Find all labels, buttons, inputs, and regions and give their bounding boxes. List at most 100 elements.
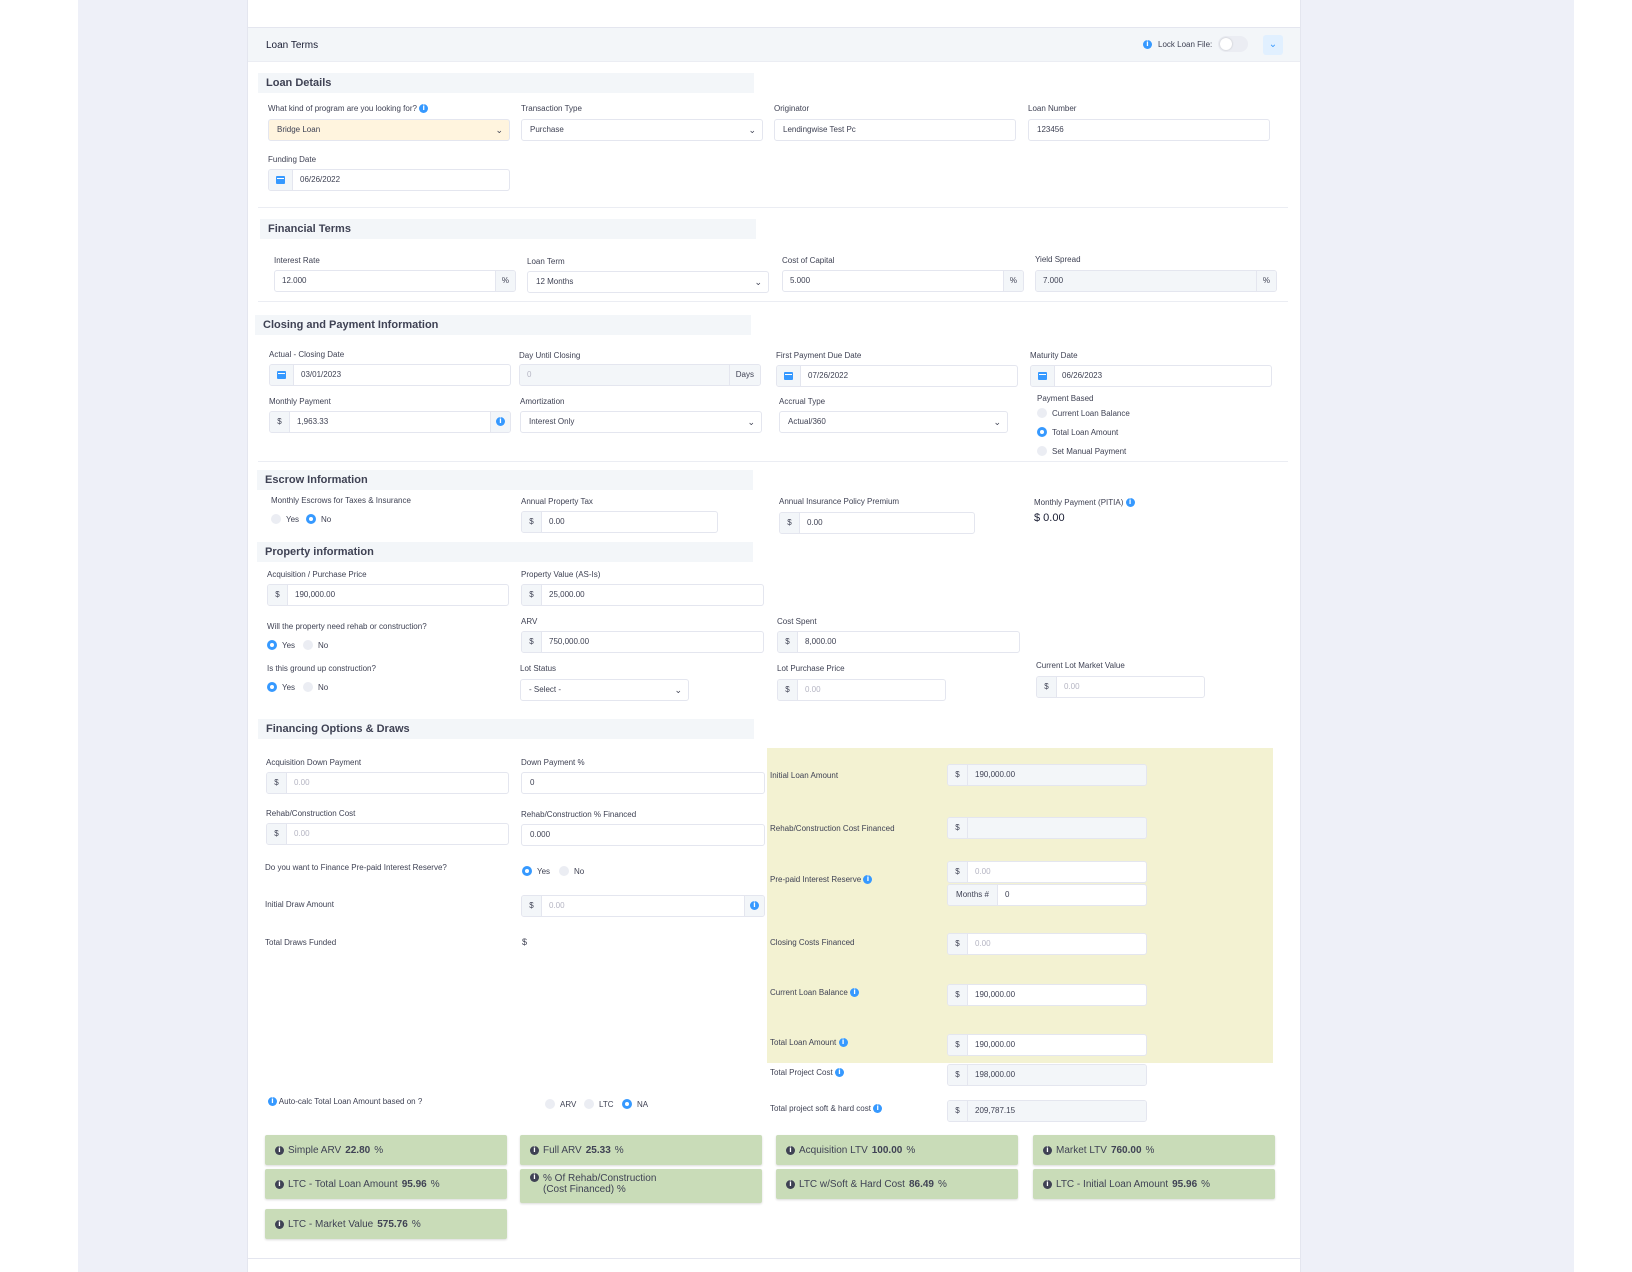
autocalc-na-radio[interactable]: NA [622, 1099, 648, 1109]
months-input[interactable]: Months #0 [947, 884, 1147, 906]
funding-date-input[interactable]: 06/26/2022 [268, 169, 510, 191]
program-select[interactable]: Bridge Loan ⌄ [268, 119, 510, 141]
rehab-pct-input[interactable]: 0.000 [521, 824, 765, 846]
loan-term-label: Loan Term [527, 257, 565, 266]
prepaid-yes-radio[interactable]: Yes [522, 866, 550, 876]
amortization-select[interactable]: Interest Only ⌄ [520, 411, 762, 433]
info-icon[interactable]: i [1143, 39, 1152, 49]
radio-current-loan-balance[interactable]: Current Loan Balance [1037, 408, 1130, 418]
actual-closing-label: Actual - Closing Date [269, 350, 345, 359]
lot-purchase-input[interactable]: $0.00 [777, 679, 946, 701]
info-icon[interactable]: i [744, 896, 764, 916]
closing-costs-input[interactable]: $0.00 [947, 933, 1147, 955]
ground-up-yes-radio[interactable]: Yes [267, 682, 295, 692]
transaction-type-select[interactable]: Purchase ⌄ [521, 119, 763, 141]
rehab-pct-label: Rehab/Construction % Financed [521, 810, 637, 819]
ground-up-no-radio[interactable]: No [303, 682, 328, 692]
yield-spread-input[interactable]: 7.000% [1035, 270, 1277, 292]
info-icon[interactable]: i [863, 875, 873, 885]
loan-number-label: Loan Number [1028, 104, 1077, 113]
initial-loan-label: Initial Loan Amount [770, 771, 839, 780]
soft-hard-input[interactable]: $209,787.15 [947, 1100, 1147, 1122]
autocalc-ltc-radio[interactable]: LTC [584, 1099, 614, 1109]
first-payment-due-input[interactable]: 07/26/2022 [776, 365, 1018, 387]
calendar-icon [1031, 366, 1055, 386]
info-icon[interactable]: i [834, 1068, 844, 1078]
info-icon[interactable]: i [490, 412, 510, 432]
maturity-date-input[interactable]: 06/26/2023 [1030, 365, 1272, 387]
autocalc-label: i Auto-calc Total Loan Amount based on ? [268, 1097, 422, 1107]
rehab-cost-input[interactable]: $0.00 [266, 823, 509, 845]
info-icon[interactable]: i [268, 1097, 277, 1107]
info-icon[interactable]: i [1043, 1179, 1052, 1189]
info-icon[interactable]: i [275, 1219, 284, 1229]
info-icon[interactable]: i [786, 1145, 795, 1155]
amortization-label: Amortization [520, 397, 565, 406]
originator-input[interactable]: Lendingwise Test Pc [774, 119, 1016, 141]
lock-loan-toggle[interactable] [1218, 36, 1249, 52]
acq-down-input[interactable]: $0.00 [266, 772, 509, 794]
collapse-button[interactable]: ⌄ [1263, 35, 1283, 55]
pitia-label: Monthly Payment (PITIA) i [1034, 498, 1135, 508]
annual-insurance-input[interactable]: $0.00 [779, 512, 975, 534]
arv-input[interactable]: $750,000.00 [521, 631, 764, 653]
initial-draw-input[interactable]: $0.00 i [521, 895, 765, 917]
info-icon[interactable]: i [1125, 498, 1135, 508]
acq-down-label: Acquisition Down Payment [266, 758, 362, 767]
transaction-type-label: Transaction Type [521, 104, 582, 113]
info-icon[interactable]: i [530, 1145, 539, 1155]
rehab-yes-radio[interactable]: Yes [267, 640, 295, 650]
closing-costs-label: Closing Costs Financed [770, 938, 855, 947]
cost-of-capital-input[interactable]: 5.000% [782, 270, 1024, 292]
maturity-date-label: Maturity Date [1030, 351, 1078, 360]
days-until-closing-label: Day Until Closing [519, 351, 581, 360]
escrow-no-radio[interactable]: No [306, 514, 331, 524]
loan-term-select[interactable]: 12 Months ⌄ [527, 271, 769, 293]
initial-loan-input[interactable]: $190,000.00 [947, 764, 1147, 786]
escrow-yes-radio[interactable]: Yes [271, 514, 299, 524]
radio-set-manual-payment[interactable]: Set Manual Payment [1037, 446, 1126, 456]
lot-status-label: Lot Status [520, 664, 557, 673]
accrual-type-select[interactable]: Actual/360 ⌄ [779, 411, 1008, 433]
metric-rehab-financed-pct: i % Of Rehab/Construction (Cost Financed) … [520, 1169, 762, 1203]
info-icon[interactable]: i [786, 1179, 795, 1189]
loan-number-input[interactable]: 123456 [1028, 119, 1270, 141]
funding-date-label: Funding Date [268, 155, 317, 164]
metric-market-ltv: i Market LTV 760.00% [1033, 1135, 1275, 1165]
autocalc-arv-radio[interactable]: ARV [545, 1099, 576, 1109]
property-value-input[interactable]: $25,000.00 [521, 584, 764, 606]
annual-property-tax-input[interactable]: $0.00 [521, 511, 718, 533]
rehab-cost-label: Rehab/Construction Cost [266, 809, 356, 818]
info-icon[interactable]: i [838, 1038, 848, 1048]
prepaid-no-radio[interactable]: No [559, 866, 584, 876]
current-balance-input[interactable]: $190,000.00 [947, 984, 1147, 1006]
metric-rehab-label: % Of Rehab/Construction (Cost Financed) % [543, 1173, 657, 1195]
total-loan-input[interactable]: $190,000.00 [947, 1034, 1147, 1056]
info-icon[interactable]: i [419, 104, 429, 114]
actual-closing-input[interactable]: 03/01/2023 [269, 364, 511, 386]
metric-simple-arv: i Simple ARV 22.80% [265, 1135, 507, 1165]
monthly-payment-input[interactable]: $1,963.33 i [269, 411, 511, 433]
lot-status-select[interactable]: - Select - ⌄ [520, 679, 689, 701]
info-icon[interactable]: i [1043, 1145, 1052, 1155]
purchase-price-input[interactable]: $190,000.00 [267, 584, 509, 606]
info-icon[interactable]: i [850, 988, 860, 998]
yield-spread-label: Yield Spread [1035, 255, 1081, 264]
interest-rate-input[interactable]: 12.000% [274, 270, 516, 292]
lot-market-input[interactable]: $0.00 [1036, 676, 1205, 698]
rehab-no-radio[interactable]: No [303, 640, 328, 650]
prepaid-reserve-label: Pre-paid Interest Reserve i [770, 875, 873, 885]
section-loan-details: Loan Details [258, 73, 754, 93]
radio-total-loan-amount[interactable]: Total Loan Amount [1037, 427, 1118, 437]
cost-spent-input[interactable]: $8,000.00 [777, 631, 1020, 653]
rehab-financed-input[interactable]: $ [947, 817, 1147, 839]
info-icon[interactable]: i [275, 1179, 284, 1189]
total-project-input[interactable]: $198,000.00 [947, 1064, 1147, 1086]
days-until-closing-input[interactable]: 0 Days [519, 364, 761, 386]
info-icon[interactable]: i [275, 1145, 284, 1155]
rehab-question: Will the property need rehab or construc… [267, 622, 427, 631]
info-icon[interactable]: i [530, 1173, 539, 1182]
down-pct-input[interactable]: 0 [521, 772, 765, 794]
prepaid-reserve-input[interactable]: $0.00 [947, 861, 1147, 883]
info-icon[interactable]: i [873, 1104, 883, 1114]
